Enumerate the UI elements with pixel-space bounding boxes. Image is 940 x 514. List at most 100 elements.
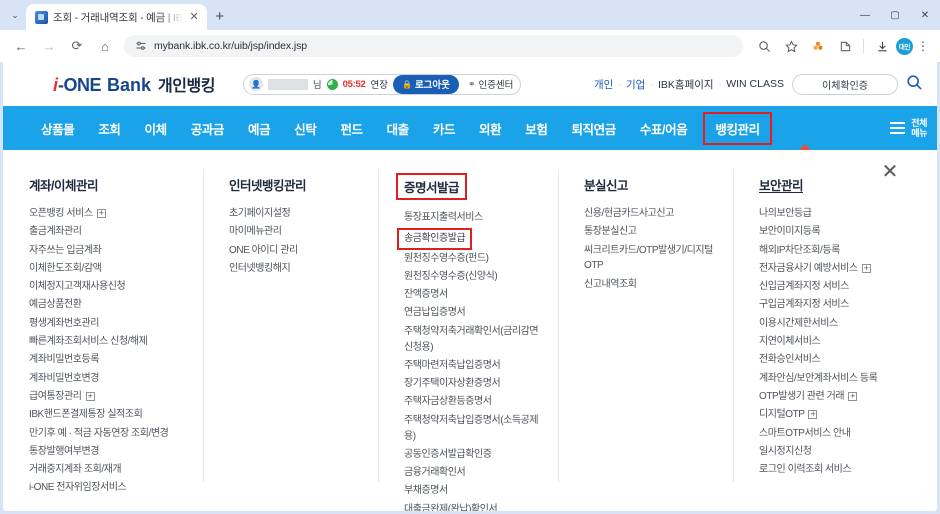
nav-item-oehwan[interactable]: 외환 <box>467 119 513 138</box>
star-icon[interactable] <box>778 33 804 59</box>
menu-item[interactable]: 오픈뱅킹 서비스 + <box>29 206 193 222</box>
menu-item[interactable]: 원천징수영수증(펀드) <box>404 251 548 267</box>
menu-item[interactable]: 스마트OTP서비스 안내 <box>759 426 925 442</box>
menu-item[interactable]: 디지털OTP + <box>759 407 925 423</box>
menu-item[interactable]: 출금계좌관리 <box>29 224 193 240</box>
menu-item[interactable]: ONE 아이디 관리 <box>229 243 368 259</box>
menu-item[interactable]: 씨크리트카드/OTP발생기/디지털OTP <box>584 243 723 275</box>
menu-item[interactable]: 자주쓰는 입금계좌 <box>29 243 193 259</box>
site-logo[interactable]: i -ONE Bank 개인뱅킹 <box>53 72 215 96</box>
mega-column-title[interactable]: 분실신고 <box>584 175 629 194</box>
menu-item[interactable]: 이체한도조회/감액 <box>29 261 193 277</box>
extensions-icon[interactable] <box>832 33 858 59</box>
menu-item-remittance-certificate[interactable]: 송금확인증발급 <box>396 228 473 251</box>
menu-item[interactable]: 거래중지계좌 조회/재개 <box>29 462 193 478</box>
header-link-corporate[interactable]: 기업 <box>626 77 645 92</box>
menu-item[interactable]: 전화승인서비스 <box>759 352 925 368</box>
header-link-ibk-homepage[interactable]: IBK홈페이지 <box>658 77 714 92</box>
menu-item[interactable]: 공동인증서발급확인증 <box>404 447 548 463</box>
menu-item[interactable]: 통장발행여부변경 <box>29 444 193 460</box>
menu-item[interactable]: 원천징수영수증(신양식) <box>404 269 548 285</box>
home-icon[interactable]: ⌂ <box>92 33 118 59</box>
menu-item[interactable]: 주택자금상환등증명서 <box>404 394 548 410</box>
menu-item[interactable]: 인터넷뱅킹해지 <box>229 261 368 277</box>
menu-item[interactable]: 주택청약저축납입증명서(소득공제용) <box>404 413 548 445</box>
menu-item[interactable]: 전자금융사기 예방서비스 + <box>759 261 925 277</box>
menu-item[interactable]: i-ONE 전자위임장서비스 <box>29 480 193 496</box>
nav-item-yegeum[interactable]: 예금 <box>236 119 282 138</box>
mega-column-title-certificates[interactable]: 증명서발급 <box>395 173 468 200</box>
menu-item[interactable]: 이체정지고객재사용신청 <box>29 279 193 295</box>
nav-item-daechul[interactable]: 대출 <box>375 119 421 138</box>
puzzle-orange-icon[interactable] <box>805 33 831 59</box>
menu-item[interactable]: 일시정지신청 <box>759 444 925 460</box>
menu-item[interactable]: 장기주택이자상환증명서 <box>404 376 548 392</box>
nav-item-peondeu[interactable]: 펀드 <box>328 119 374 138</box>
menu-item[interactable]: 주택청약저축거래확인서(금리감면신청용) <box>404 324 548 356</box>
menu-item[interactable]: 신고내역조회 <box>584 277 723 293</box>
site-search-input[interactable]: 이체확인증 <box>792 73 898 95</box>
header-link-personal[interactable]: 개인 <box>594 77 613 92</box>
menu-item[interactable]: 부채증명서 <box>404 483 548 499</box>
menu-item[interactable]: 보안이미지등록 <box>759 224 925 240</box>
menu-item[interactable]: 금융거래확인서 <box>404 465 548 481</box>
tab-close-icon[interactable]: ✕ <box>188 10 201 25</box>
nav-item-sintak[interactable]: 신탁 <box>282 119 328 138</box>
menu-item[interactable]: 잔액증명서 <box>404 287 548 303</box>
new-tab-button[interactable]: + <box>207 3 233 29</box>
site-info-icon[interactable] <box>134 40 147 53</box>
nav-item-kadeu[interactable]: 카드 <box>421 119 467 138</box>
nav-item-johoe[interactable]: 조회 <box>86 119 132 138</box>
menu-item[interactable]: 구입금계좌지정 서비스 <box>759 297 925 313</box>
menu-item[interactable]: 해외IP차단조회/등록 <box>759 243 925 259</box>
nav-item-boheom[interactable]: 보험 <box>513 119 559 138</box>
logout-button[interactable]: 🔒 로그아웃 <box>392 74 459 94</box>
cert-center-link[interactable]: ⚭ 인증센터 <box>468 77 517 92</box>
nav-item-iche[interactable]: 이체 <box>133 119 179 138</box>
nav-item-banking-management[interactable]: 뱅킹관리 <box>703 111 772 145</box>
zoom-search-icon[interactable] <box>751 33 777 59</box>
menu-item[interactable]: IBK핸드폰결제통장 실적조회 <box>29 407 193 423</box>
menu-item[interactable]: 신용/현금카드사고신고 <box>584 206 723 222</box>
nav-item-toejigyeongeum[interactable]: 퇴직연금 <box>559 119 627 138</box>
reload-icon[interactable]: ⟳ <box>64 33 90 59</box>
menu-item[interactable]: 평생계좌번호관리 <box>29 316 193 332</box>
all-menu-button[interactable]: 전체 메뉴 <box>878 118 927 139</box>
menu-item[interactable]: 대출금완제(완납)확인서 <box>404 502 548 511</box>
menu-item[interactable]: 계좌비밀번호등록 <box>29 352 193 368</box>
menu-item[interactable]: 초기페이지설정 <box>229 206 368 222</box>
tab-search-chevron-icon[interactable]: ⌄ <box>4 2 26 28</box>
menu-item[interactable]: 연금납입증명서 <box>404 305 548 321</box>
extend-session-button[interactable]: 연장 <box>370 77 387 91</box>
expand-plus-icon[interactable]: + <box>85 391 95 401</box>
expand-plus-icon[interactable]: + <box>96 209 106 218</box>
browser-tab[interactable]: 조회 - 거래내역조회 - 예금 | IB ✕ <box>26 4 207 30</box>
expand-plus-icon[interactable]: + <box>808 410 818 420</box>
menu-item[interactable]: 지연이체서비스 <box>759 334 925 350</box>
mega-column-title[interactable]: 보안관리 <box>759 175 804 194</box>
window-minimize-button[interactable]: — <box>850 0 880 30</box>
menu-item[interactable]: 나의보안등급 <box>759 206 925 222</box>
menu-item[interactable]: 만기후 예 · 적금 자동연장 조회/변경 <box>29 426 193 442</box>
menu-item[interactable]: 계좌비밀번호변경 <box>29 371 193 387</box>
download-icon[interactable] <box>869 33 895 59</box>
window-close-button[interactable]: ✕ <box>910 0 940 30</box>
address-bar[interactable]: mybank.ibk.co.kr/uib/jsp/index.jsp <box>124 35 743 57</box>
menu-item[interactable]: 계좌안심/보안계좌서비스 등록 <box>759 371 925 387</box>
menu-item[interactable]: 마이메뉴관리 <box>229 224 368 240</box>
expand-plus-icon[interactable]: + <box>861 263 871 273</box>
menu-item[interactable]: 이용시간제한서비스 <box>759 316 925 332</box>
menu-item[interactable]: 통장분실신고 <box>584 224 723 240</box>
menu-item[interactable]: 예금상품전환 <box>29 297 193 313</box>
nav-item-sangpummol[interactable]: 상품몰 <box>29 119 86 138</box>
forward-icon[interactable]: → <box>36 33 62 59</box>
search-magnifier-icon[interactable] <box>906 74 923 95</box>
expand-plus-icon[interactable]: + <box>848 391 858 401</box>
profile-avatar[interactable]: 대인 <box>896 37 913 55</box>
window-maximize-button[interactable]: ▢ <box>880 0 910 30</box>
menu-item[interactable]: 통장표지출력서비스 <box>404 210 548 226</box>
menu-item[interactable]: 빠른계좌조회서비스 신청/해제 <box>29 334 193 350</box>
header-link-win-class[interactable]: WIN CLASS <box>726 78 784 90</box>
menu-item[interactable]: 로그인 이력조회 서비스 <box>759 462 925 478</box>
menu-item[interactable]: 신입금계좌지정 서비스 <box>759 279 925 295</box>
